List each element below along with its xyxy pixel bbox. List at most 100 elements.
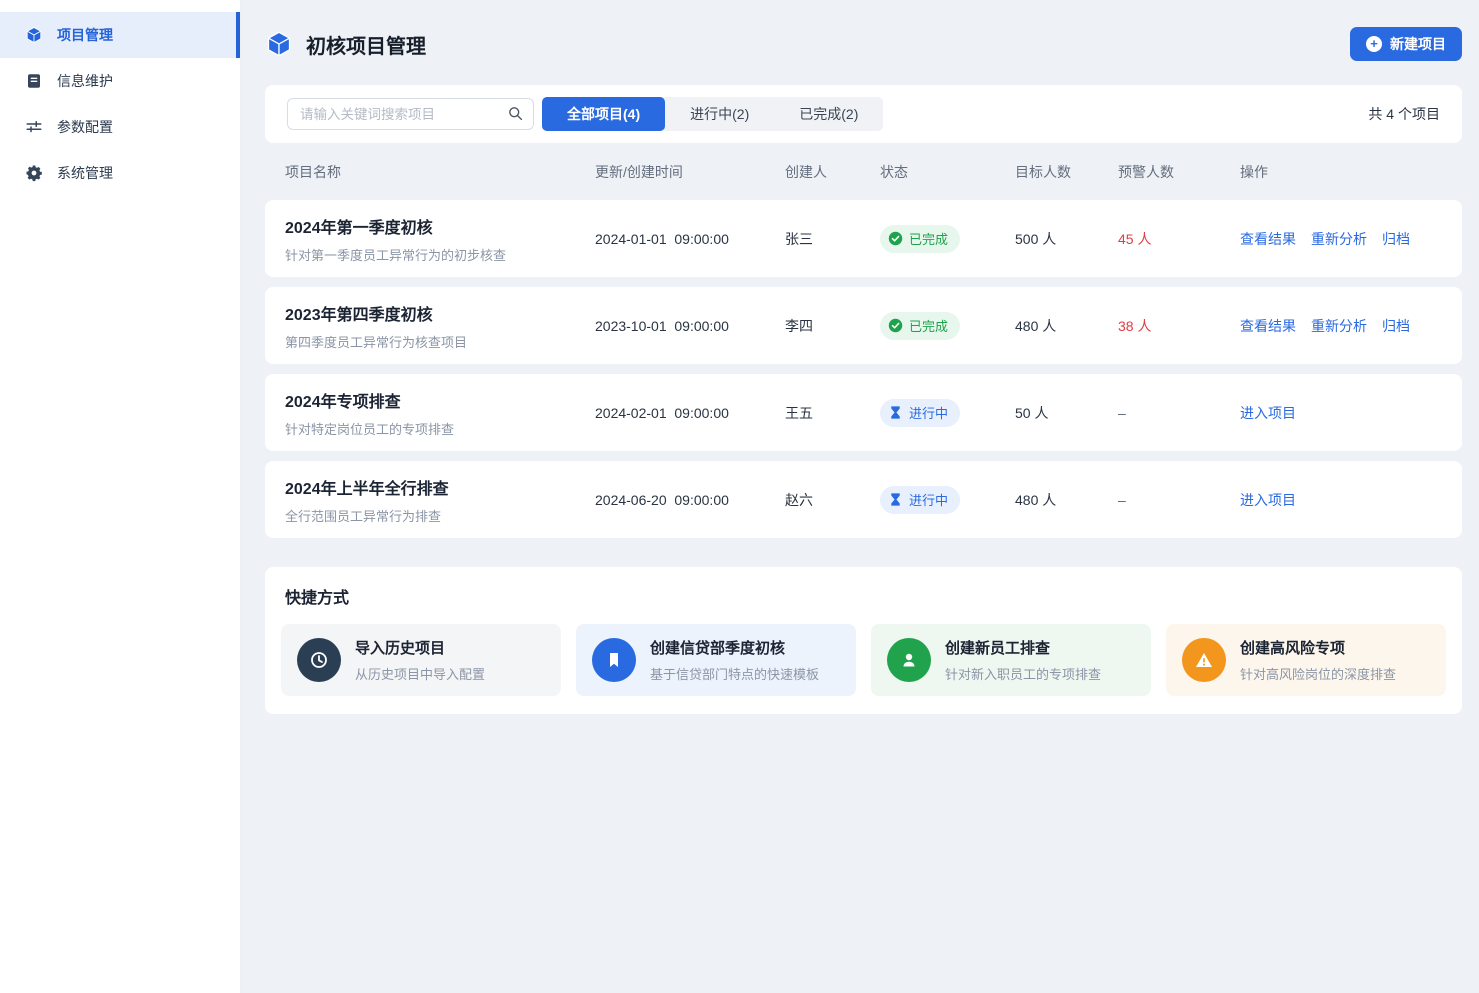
shortcut-create-high-risk-project[interactable]: 创建高风险专项 针对高风险岗位的深度排查: [1166, 624, 1446, 696]
col-status: 状态: [880, 162, 1015, 182]
creator: 张三: [785, 229, 880, 249]
sidebar-item-parameter-config[interactable]: 参数配置: [0, 104, 240, 150]
creator: 王五: [785, 403, 880, 423]
sidebar-item-label: 系统管理: [57, 163, 113, 183]
update-time: 2024-02-01 09:00:00: [595, 405, 785, 421]
actions-cell: 进入项目: [1240, 403, 1442, 423]
archive-link[interactable]: 归档: [1382, 229, 1410, 249]
tab-all-projects[interactable]: 全部项目(4): [542, 97, 665, 131]
sliders-icon: [25, 118, 43, 136]
shortcut-desc: 针对高风险岗位的深度排查: [1240, 664, 1396, 683]
sidebar-item-info-maintenance[interactable]: 信息维护: [0, 58, 240, 104]
new-project-button[interactable]: + 新建项目: [1350, 27, 1462, 61]
reanalyze-link[interactable]: 重新分析: [1311, 229, 1367, 249]
page-title: 初核项目管理: [306, 30, 426, 59]
project-name-cell: 2023年第四季度初核 第四季度员工异常行为核查项目: [285, 301, 595, 351]
shortcut-texts: 导入历史项目 从历史项目中导入配置: [355, 637, 485, 683]
enter-project-link[interactable]: 进入项目: [1240, 490, 1296, 510]
project-name-cell: 2024年第一季度初核 针对第一季度员工异常行为的初步核查: [285, 214, 595, 264]
project-name-cell: 2024年专项排查 针对特定岗位员工的专项排查: [285, 388, 595, 438]
status-cell: 已完成: [880, 225, 1015, 253]
target-count: 500 人: [1015, 229, 1118, 249]
actions-cell: 进入项目: [1240, 490, 1442, 510]
clock-icon: [297, 638, 341, 682]
shortcut-create-new-employee-check[interactable]: 创建新员工排查 针对新入职员工的专项排查: [871, 624, 1151, 696]
sidebar-item-label: 参数配置: [57, 117, 113, 137]
cube-logo-icon: [265, 30, 293, 58]
shortcut-desc: 基于信贷部门特点的快速模板: [650, 664, 819, 683]
status-badge: 已完成: [880, 225, 960, 253]
col-creator: 创建人: [785, 162, 880, 182]
actions-cell: 查看结果 重新分析 归档: [1240, 316, 1442, 336]
hourglass-icon: [888, 405, 903, 420]
table-row: 2024年专项排查 针对特定岗位员工的专项排查 2024-02-01 09:00…: [265, 374, 1462, 451]
project-desc: 第四季度员工异常行为核查项目: [285, 332, 595, 351]
status-label: 进行中: [909, 490, 948, 509]
page-header: 初核项目管理 + 新建项目: [265, 26, 1462, 62]
shortcuts-title: 快捷方式: [281, 584, 1446, 608]
status-cell: 已完成: [880, 312, 1015, 340]
reanalyze-link[interactable]: 重新分析: [1311, 316, 1367, 336]
table-header: 项目名称 更新/创建时间 创建人 状态 目标人数 预警人数 操作: [265, 143, 1462, 200]
actions-cell: 查看结果 重新分析 归档: [1240, 229, 1442, 249]
creator: 赵六: [785, 490, 880, 510]
col-target-count: 目标人数: [1015, 162, 1118, 182]
user-icon: [887, 638, 931, 682]
status-label: 已完成: [909, 229, 948, 248]
shortcut-grid: 导入历史项目 从历史项目中导入配置 创建信贷部季度初核 基于信贷部门特点的快速模…: [281, 624, 1446, 696]
search-wrap: [287, 98, 534, 130]
search-input[interactable]: [287, 98, 534, 130]
document-icon: [25, 72, 43, 90]
col-project-name: 项目名称: [285, 162, 595, 182]
project-name: 2023年第四季度初核: [285, 301, 595, 325]
shortcut-create-credit-dept-review[interactable]: 创建信贷部季度初核 基于信贷部门特点的快速模板: [576, 624, 856, 696]
status-label: 进行中: [909, 403, 948, 422]
target-count: 50 人: [1015, 403, 1118, 423]
table-row: 2023年第四季度初核 第四季度员工异常行为核查项目 2023-10-01 09…: [265, 287, 1462, 364]
search-icon[interactable]: [507, 105, 524, 122]
archive-link[interactable]: 归档: [1382, 316, 1410, 336]
status-cell: 进行中: [880, 399, 1015, 427]
shortcut-title: 导入历史项目: [355, 637, 485, 658]
sidebar-item-system-management[interactable]: 系统管理: [0, 150, 240, 196]
shortcuts-section: 快捷方式 导入历史项目 从历史项目中导入配置: [265, 567, 1462, 714]
enter-project-link[interactable]: 进入项目: [1240, 403, 1296, 423]
shortcut-texts: 创建新员工排查 针对新入职员工的专项排查: [945, 637, 1101, 683]
warning-icon: [1182, 638, 1226, 682]
check-circle-icon: [888, 231, 903, 246]
table-row: 2024年上半年全行排查 全行范围员工异常行为排查 2024-06-20 09:…: [265, 461, 1462, 538]
main-content: 初核项目管理 + 新建项目 全部项目(4) 进行中(2) 已完成(2) 共 4 …: [241, 0, 1479, 993]
shortcut-title: 创建高风险专项: [1240, 637, 1396, 658]
project-desc: 针对第一季度员工异常行为的初步核查: [285, 245, 595, 264]
view-results-link[interactable]: 查看结果: [1240, 229, 1296, 249]
tab-ongoing[interactable]: 进行中(2): [665, 97, 774, 131]
status-label: 已完成: [909, 316, 948, 335]
shortcut-desc: 从历史项目中导入配置: [355, 664, 485, 683]
status-badge: 已完成: [880, 312, 960, 340]
project-name-cell: 2024年上半年全行排查 全行范围员工异常行为排查: [285, 475, 595, 525]
status-badge: 进行中: [880, 399, 960, 427]
sidebar-item-label: 项目管理: [57, 25, 113, 45]
sidebar-item-project-management[interactable]: 项目管理: [0, 12, 240, 58]
bookmark-icon: [592, 638, 636, 682]
hourglass-icon: [888, 492, 903, 507]
total-project-count: 共 4 个项目: [1368, 104, 1440, 124]
update-time: 2024-01-01 09:00:00: [595, 231, 785, 247]
project-name: 2024年第一季度初核: [285, 214, 595, 238]
creator: 李四: [785, 316, 880, 336]
sidebar: 项目管理 信息维护 参数配置 系统管理: [0, 0, 241, 993]
shortcut-texts: 创建信贷部季度初核 基于信贷部门特点的快速模板: [650, 637, 819, 683]
status-cell: 进行中: [880, 486, 1015, 514]
shortcut-title: 创建新员工排查: [945, 637, 1101, 658]
project-name: 2024年上半年全行排查: [285, 475, 595, 499]
tab-completed[interactable]: 已完成(2): [774, 97, 883, 131]
update-time: 2024-06-20 09:00:00: [595, 492, 785, 508]
target-count: 480 人: [1015, 316, 1118, 336]
warning-count: –: [1118, 492, 1240, 508]
project-name: 2024年专项排查: [285, 388, 595, 412]
sidebar-item-label: 信息维护: [57, 71, 113, 91]
toolbar-card: 全部项目(4) 进行中(2) 已完成(2) 共 4 个项目: [265, 85, 1462, 143]
view-results-link[interactable]: 查看结果: [1240, 316, 1296, 336]
table-row: 2024年第一季度初核 针对第一季度员工异常行为的初步核查 2024-01-01…: [265, 200, 1462, 277]
shortcut-import-history[interactable]: 导入历史项目 从历史项目中导入配置: [281, 624, 561, 696]
